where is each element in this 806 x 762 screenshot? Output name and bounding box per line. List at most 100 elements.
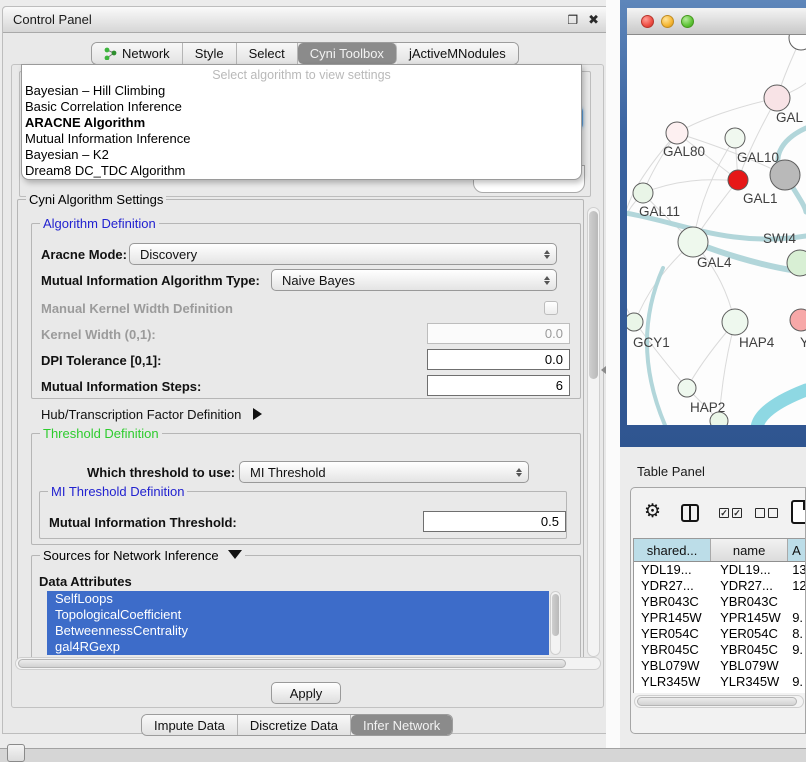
top-tab-bar: NetworkStyleSelectCyni Toolbox jActiveMNo… — [91, 42, 519, 65]
gear-icon[interactable]: ⚙ — [644, 502, 661, 521]
node-gal1[interactable] — [728, 170, 748, 190]
tab-label: jActiveMNodules — [409, 46, 506, 61]
scrollbar-thumb[interactable] — [637, 697, 797, 706]
dropdown-item-mutual-information-inference[interactable]: Mutual Information Inference — [22, 131, 581, 147]
tab-select[interactable]: Select — [237, 43, 298, 64]
table-cell: YBR043C — [634, 594, 711, 610]
node-gal-pink[interactable] — [764, 85, 790, 111]
attribute-item-topologicalcoefficient[interactable]: TopologicalCoefficient — [47, 607, 549, 623]
mi-type-label: Mutual Information Algorithm Type: — [41, 273, 260, 288]
column-layout-icon[interactable] — [681, 504, 699, 522]
node-hap4[interactable] — [722, 309, 748, 335]
data-attributes-label: Data Attributes — [39, 574, 132, 589]
which-threshold-value: MI Threshold — [250, 465, 516, 480]
table-row[interactable]: YPR145WYPR145W9. — [634, 610, 806, 626]
kernel-width-field[interactable]: 0.0 — [427, 323, 570, 344]
table-row[interactable]: YER054CYER054C8. — [634, 626, 806, 642]
tab-network[interactable]: Network — [92, 43, 183, 64]
manual-kernel-checkbox[interactable] — [544, 301, 558, 315]
aracne-mode-combo[interactable]: Discovery — [129, 243, 557, 265]
node-gal80[interactable] — [666, 122, 688, 144]
node-gal4[interactable] — [678, 227, 708, 257]
tab-label: Infer Network — [363, 718, 440, 733]
table-row[interactable]: YLR345WYLR345W9. — [634, 674, 806, 690]
control-panel: Control Panel ❐ ✖ NetworkStyleSelectCyni… — [2, 6, 610, 734]
float-icon[interactable]: ❐ — [567, 13, 578, 27]
hub-section[interactable]: Hub/Transcription Factor Definition — [41, 407, 262, 422]
unchecked-column-icon[interactable] — [755, 508, 765, 518]
table-row[interactable]: YIL052CYIL052C9 — [634, 690, 806, 693]
node-gcy1[interactable] — [627, 313, 643, 331]
mi-type-combo[interactable]: Naive Bayes — [271, 269, 557, 291]
screen: Control Panel ❐ ✖ NetworkStyleSelectCyni… — [0, 0, 806, 762]
node-label-gcy1: GCY1 — [633, 335, 670, 350]
stepper-arrows-icon — [544, 276, 550, 285]
scrollbar-thumb[interactable] — [589, 211, 598, 379]
network-edge — [677, 98, 777, 133]
attribute-item-betweennesscentrality[interactable]: BetweennessCentrality — [47, 623, 549, 639]
table-row[interactable]: YBR045CYBR045C9. — [634, 642, 806, 658]
checked-column-icon[interactable]: ✓ — [732, 508, 742, 518]
dropdown-item-bayesian-hill-climbing[interactable]: Bayesian – Hill Climbing — [22, 83, 581, 99]
tab-infer-network[interactable]: Infer Network — [351, 715, 452, 735]
tab-cyni-toolbox[interactable]: Cyni Toolbox — [298, 43, 397, 64]
which-threshold-combo[interactable]: MI Threshold — [239, 461, 529, 483]
apply-button[interactable]: Apply — [271, 682, 341, 704]
network-window-titlebar[interactable] — [627, 8, 806, 35]
node-table: shared...nameA YDL19...YDL19...13YDR27..… — [633, 538, 806, 693]
data-attributes-list[interactable]: SelfLoopsTopologicalCoefficientBetweenne… — [47, 591, 549, 655]
table-row[interactable]: YDL19...YDL19...13 — [634, 562, 806, 578]
checked-column-icon[interactable]: ✓ — [719, 508, 729, 518]
close-traffic-light[interactable] — [641, 15, 654, 28]
tab-jactivemnodules[interactable]: jActiveMNodules — [397, 43, 518, 64]
column-header-shared[interactable]: shared... — [634, 539, 711, 561]
table-row[interactable]: YDR27...YDR27...12 — [634, 578, 806, 594]
column-header-a[interactable]: A — [788, 539, 806, 561]
scrollbar-thumb[interactable] — [18, 659, 566, 668]
node-partial-top[interactable] — [789, 35, 806, 50]
table-cell: 9. — [788, 674, 806, 690]
attribute-list-scrollbar[interactable] — [550, 591, 561, 655]
table-row[interactable]: YBL079WYBL079W — [634, 658, 806, 674]
mi-steps-field[interactable]: 6 — [427, 375, 570, 396]
settings-horizontal-scrollbar[interactable] — [15, 657, 601, 670]
dropdown-item-dream8-dc-tdc-algorithm[interactable]: Dream8 DC_TDC Algorithm — [22, 163, 581, 179]
node-salmon[interactable] — [790, 309, 806, 331]
minimize-traffic-light[interactable] — [661, 15, 674, 28]
node-gal11[interactable] — [633, 183, 653, 203]
collapse-arrow-icon[interactable] — [228, 550, 242, 559]
node-hap2[interactable] — [678, 379, 696, 397]
mi-threshold-value: 0.5 — [541, 514, 559, 529]
scrollbar-thumb[interactable] — [552, 594, 559, 636]
tab-discretize-data[interactable]: Discretize Data — [238, 715, 351, 735]
apply-button-label: Apply — [290, 686, 323, 701]
control-panel-title: Control Panel — [13, 12, 92, 27]
attribute-item-gal4rgexp[interactable]: gal4RGexp — [47, 639, 549, 655]
table-cell: 8. — [788, 626, 806, 642]
splitter-handle-icon[interactable] — [601, 366, 606, 374]
table-row[interactable]: YBR043CYBR043C — [634, 594, 806, 610]
network-canvas[interactable]: GALGAL80GAL10GAL1GAL11SWI4GAL4GCY1HAP4YH… — [627, 35, 806, 425]
minimized-window-icon[interactable] — [7, 744, 25, 762]
node-label-gal4: GAL4 — [697, 255, 732, 270]
tab-style[interactable]: Style — [183, 43, 237, 64]
expand-arrow-icon[interactable] — [253, 408, 262, 420]
column-header-name[interactable]: name — [711, 539, 788, 561]
table-horizontal-scrollbar[interactable] — [634, 695, 804, 708]
dpi-tolerance-field[interactable]: 0.0 — [427, 349, 570, 370]
tab-impute-data[interactable]: Impute Data — [142, 715, 238, 735]
dropdown-item-bayesian-k2[interactable]: Bayesian – K2 — [22, 147, 581, 163]
mi-threshold-field[interactable]: 0.5 — [423, 511, 566, 532]
sources-title[interactable]: Sources for Network Inference — [40, 548, 245, 563]
zoom-traffic-light[interactable] — [681, 15, 694, 28]
node-gal10[interactable] — [725, 128, 745, 148]
attribute-item-selfloops[interactable]: SelfLoops — [47, 591, 549, 607]
file-icon[interactable] — [791, 500, 806, 524]
dropdown-item-aracne-algorithm[interactable]: ARACNE Algorithm — [22, 115, 581, 131]
mi-threshold-group-title: MI Threshold Definition — [48, 484, 187, 499]
unchecked-column-icon[interactable] — [768, 508, 778, 518]
dropdown-item-basic-correlation-inference[interactable]: Basic Correlation Inference — [22, 99, 581, 115]
close-icon[interactable]: ✖ — [588, 12, 599, 28]
settings-vertical-scrollbar[interactable] — [587, 207, 600, 657]
table-cell: YBR043C — [711, 594, 788, 610]
